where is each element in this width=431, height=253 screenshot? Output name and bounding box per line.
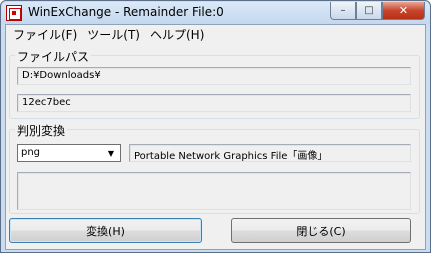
window-title: WinExChange - Remainder File:0 [28,5,224,19]
file-type-value: png [21,147,41,158]
file-type-description: Portable Network Graphics File「画像」 [129,144,411,162]
caption-buttons: – □ ✕ [330,2,425,20]
identify-convert-label: 判別変換 [15,122,68,139]
folder-path-field[interactable]: D:¥Downloads¥ [17,67,411,85]
close-window-button[interactable]: ✕ [382,2,425,20]
menu-bar: ファイル(F) ツール(T) ヘルプ(H) [6,25,425,44]
chevron-down-icon[interactable]: ▼ [104,146,118,160]
close-button[interactable]: 閉じる(C) [231,218,411,243]
convert-button[interactable]: 変換(H) [9,218,202,243]
menu-tools[interactable]: ツール(T) [82,26,145,43]
menu-file[interactable]: ファイル(F) [8,26,82,43]
app-window: WinExChange - Remainder File:0 – □ ✕ ファイ… [0,0,431,253]
identify-convert-group: 判別変換 png ▼ Portable Network Graphics Fil… [9,122,420,214]
menu-help[interactable]: ヘルプ(H) [145,26,209,43]
app-icon[interactable] [6,5,22,21]
title-bar[interactable]: WinExChange - Remainder File:0 – □ ✕ [2,2,430,24]
maximize-button[interactable]: □ [356,2,382,20]
client-area: ファイル(F) ツール(T) ヘルプ(H) ファイルパス D:¥Download… [5,24,426,250]
file-name-field[interactable]: 12ec7bec [17,94,411,112]
minimize-button[interactable]: – [330,2,356,20]
file-type-select[interactable]: png ▼ [17,144,121,162]
file-path-label: ファイルパス [15,48,92,65]
message-area[interactable] [17,172,411,210]
file-path-group: ファイルパス D:¥Downloads¥ 12ec7bec [9,48,420,119]
